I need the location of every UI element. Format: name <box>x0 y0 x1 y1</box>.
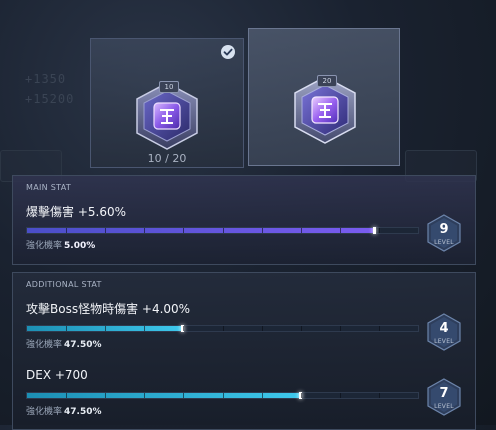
background-ghost-text: +1350 <box>25 72 67 86</box>
card-progress-text: 10 / 20 <box>147 152 187 165</box>
bar-segment-divider <box>222 326 224 331</box>
bar-segment-divider <box>144 326 146 331</box>
check-icon <box>221 45 235 59</box>
bar-segment-divider <box>105 393 107 398</box>
card-current-level[interactable]: 10 10 / 20 <box>90 38 244 168</box>
stat-progress-bar <box>26 392 419 399</box>
bar-segment-divider <box>378 326 380 331</box>
stat-name: 攻擊Boss怪物時傷害 +4.00% <box>26 302 191 316</box>
bar-segment-divider <box>339 228 341 233</box>
bar-segment-divider <box>144 228 146 233</box>
bar-segment-divider <box>378 393 380 398</box>
bar-segment-divider <box>378 228 380 233</box>
stat-progress-bar <box>26 325 419 332</box>
bar-segment-divider <box>105 228 107 233</box>
background-ghost-text: +15200 <box>25 92 75 106</box>
level-badge: 4 LEVEL <box>427 313 461 351</box>
card-next-level[interactable]: 20 <box>248 28 400 166</box>
card-level-badge: 10 <box>159 81 179 93</box>
bar-segment-divider <box>300 228 302 233</box>
bar-segment-divider <box>300 326 302 331</box>
bar-segment-divider <box>300 393 302 398</box>
bar-segment-divider <box>66 228 68 233</box>
card-level-badge: 20 <box>317 75 337 87</box>
bar-segment-divider <box>144 393 146 398</box>
progress-fill <box>27 227 376 234</box>
bar-segment-divider <box>222 228 224 233</box>
enhance-chance: 強化機率 47.50% <box>26 407 102 417</box>
core-gem-icon: 10 <box>133 79 201 155</box>
bar-segment-divider <box>183 228 185 233</box>
bar-segment-divider <box>105 326 107 331</box>
enhance-chance: 強化機率 47.50% <box>26 340 102 350</box>
level-badge: 7 LEVEL <box>427 378 461 416</box>
bar-segment-divider <box>183 326 185 331</box>
bar-segment-divider <box>66 326 68 331</box>
stat-name: DEX +700 <box>26 368 88 382</box>
progress-fill <box>27 392 302 399</box>
core-gem-icon: 20 <box>291 73 359 149</box>
bar-segment-divider <box>183 393 185 398</box>
bar-segment-divider <box>261 393 263 398</box>
additional-stat-panel: ADDITIONAL STAT 攻擊Boss怪物時傷害 +4.00% 強化機率 4… <box>12 272 476 430</box>
bar-segment-divider <box>339 326 341 331</box>
bar-segment-divider <box>339 393 341 398</box>
main-stat-panel: MAIN STAT 爆擊傷害 +5.60% 強化機率 5.00% 9 LEVEL <box>12 175 476 265</box>
level-badge: 9 LEVEL <box>427 214 461 252</box>
bar-segment-divider <box>66 393 68 398</box>
enhance-chance: 強化機率 5.00% <box>26 241 96 251</box>
panel-title: MAIN STAT <box>26 183 72 192</box>
panel-title: ADDITIONAL STAT <box>26 280 102 289</box>
bar-segment-divider <box>222 393 224 398</box>
stat-name: 爆擊傷害 +5.60% <box>26 205 126 219</box>
bar-segment-divider <box>261 228 263 233</box>
stat-progress-bar <box>26 227 419 234</box>
bar-segment-divider <box>261 326 263 331</box>
